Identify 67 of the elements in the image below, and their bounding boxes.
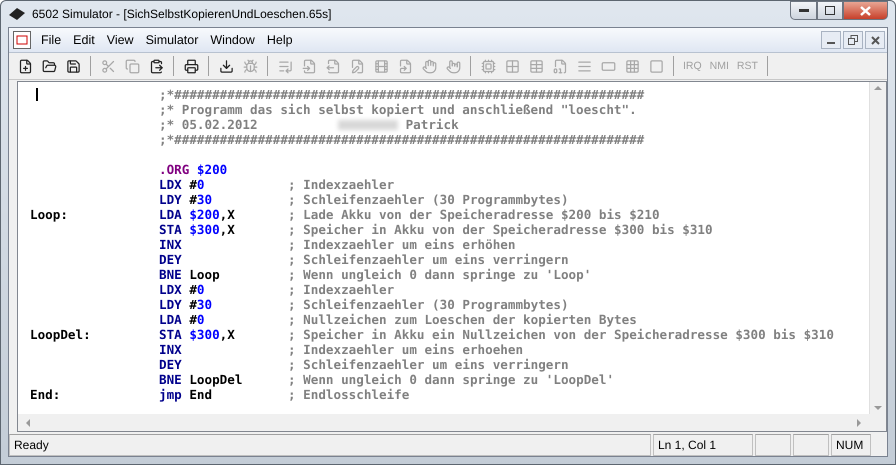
instruction: BNE LoopDel — [159, 372, 244, 387]
menu-item[interactable]: Window — [204, 33, 261, 47]
vertical-scrollbar[interactable] — [869, 82, 886, 414]
menu-item[interactable]: Help — [260, 33, 299, 47]
instruction: jmp End — [159, 387, 214, 402]
instruction: LDX #0 — [159, 177, 206, 192]
instruction: DEY — [159, 252, 183, 267]
instruction: LDA #0 — [159, 312, 206, 327]
minimize-button[interactable] — [821, 31, 841, 49]
code-label: End: — [30, 387, 62, 402]
comment-text: ; Indexzaehler — [288, 282, 396, 297]
num-lock-indicator: NUM — [831, 434, 871, 456]
comment-text: Patrick — [406, 117, 459, 132]
horizontal-scrollbar[interactable] — [18, 414, 869, 431]
status-pane — [793, 434, 829, 456]
instruction: INX — [159, 237, 183, 252]
instruction: STA $300,X — [159, 222, 236, 237]
comment-text: ; Lade Akku von der Speicheradresse $200 bis $210 — [288, 207, 661, 222]
text-cursor — [36, 88, 38, 101]
comment-text: ;*############################################################## — [159, 132, 644, 147]
close-icon — [860, 6, 871, 16]
minimize-icon — [798, 8, 808, 12]
comment-text: ; Schleifenzaehler um eins verringern — [288, 252, 570, 267]
app-logo-icon — [13, 31, 31, 49]
comment-text: ; Wenn ungleich 0 dann springe zu 'LoopDel' — [288, 372, 616, 387]
status-pane — [755, 434, 791, 456]
close-button[interactable] — [865, 31, 885, 49]
minimize-button[interactable] — [790, 1, 817, 20]
comment-text: ; Wenn ungleich 0 dann springe zu 'Loop' — [288, 267, 592, 282]
comment-text: ;* 05.02.2012 — [159, 117, 258, 132]
comment-text: ; Speicher in Akku ein Nullzeichen von der Speicheradresse $300 bis $310 — [288, 327, 835, 342]
instruction: STA $300,X — [159, 327, 236, 342]
comment-text: ;* Programm das sich selbst kopiert und anschließend "loescht". — [159, 102, 637, 117]
cursor-position: Ln 1, Col 1 — [653, 434, 753, 456]
window-title: 6502 Simulator - [SichSelbstKopierenUndLoeschen.65s] — [32, 7, 333, 21]
restore-icon — [848, 35, 858, 45]
code-label: Loop: — [30, 207, 69, 222]
instruction: INX — [159, 342, 183, 357]
close-icon — [870, 36, 880, 44]
close-button[interactable] — [843, 1, 888, 20]
code-label: LoopDel: — [30, 327, 92, 342]
comment-text: ; Schleifenzaehler (30 Programmbytes) — [288, 192, 570, 207]
menu-item[interactable]: Edit — [67, 33, 101, 47]
instruction: LDX #0 — [159, 282, 206, 297]
menu-item[interactable]: View — [100, 33, 140, 47]
instruction: LDA $200,X — [159, 207, 236, 222]
maximize-button[interactable] — [817, 1, 843, 20]
comment-text: ; Indexzaehler um eins erhoehen — [288, 342, 524, 357]
instruction: BNE Loop — [159, 267, 221, 282]
instruction: .ORG $200 — [159, 162, 228, 177]
comment-text: ; Nullzeichen zum Loeschen der kopierten Bytes — [288, 312, 638, 327]
comment-text: ; Endlosschleife — [288, 387, 410, 402]
status-message: Ready — [9, 434, 651, 456]
comment-text: ; Indexzaehler um eins erhöhen — [288, 237, 516, 252]
instruction: LDY #30 — [159, 192, 214, 207]
maximize-icon — [825, 6, 835, 15]
code-editor[interactable] — [17, 81, 887, 432]
instruction: LDY #30 — [159, 297, 214, 312]
instruction: DEY — [159, 357, 183, 372]
comment-text: ; Speicher in Akku von der Speicheradresse $300 bis $310 — [288, 222, 714, 237]
menu-item[interactable]: File — [35, 33, 68, 47]
restore-button[interactable] — [843, 31, 863, 49]
comment-text: ; Schleifenzaehler (30 Programmbytes) — [288, 297, 570, 312]
comment-text: ; Indexzaehler — [288, 177, 396, 192]
comment-text: ;*############################################################## — [159, 87, 644, 102]
menu-item[interactable]: Simulator — [140, 33, 204, 47]
comment-text: ; Schleifenzaehler um eins verringern — [288, 357, 570, 372]
